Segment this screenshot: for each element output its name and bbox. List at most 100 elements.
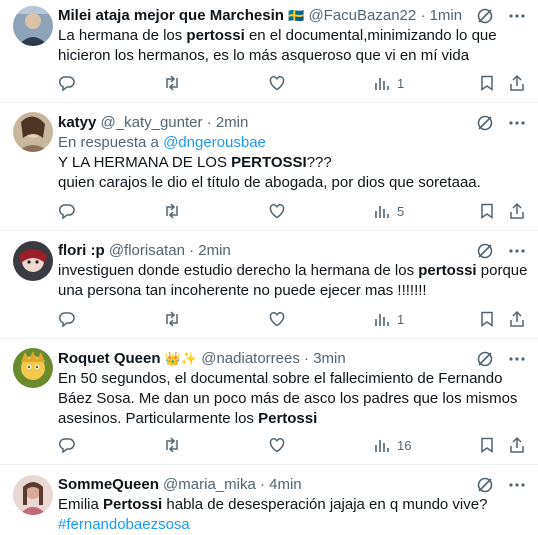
avatar[interactable]: [13, 6, 53, 46]
retweet-icon: [166, 75, 178, 91]
grok-icon[interactable]: [476, 476, 494, 494]
text-segment: investiguen donde estudio derecho la her…: [58, 262, 419, 279]
views-icon: [375, 78, 389, 90]
handle[interactable]: @nadiatorrees: [201, 350, 300, 367]
tweet-text: Y LA HERMANA DE LOS PERTOSSI??? quien car…: [58, 153, 528, 193]
avatar[interactable]: [13, 348, 53, 388]
like-button[interactable]: [268, 435, 286, 455]
tweet-top-actions: [476, 6, 526, 26]
more-icon[interactable]: [508, 7, 526, 25]
grok-icon[interactable]: [476, 7, 494, 25]
share-icon: [510, 202, 524, 219]
handle[interactable]: @maria_mika: [163, 476, 256, 493]
retweet-button[interactable]: [163, 309, 181, 329]
display-name[interactable]: katyy: [58, 114, 96, 131]
avatar[interactable]: [13, 112, 53, 152]
share-button[interactable]: [508, 201, 526, 221]
display-name[interactable]: Roquet Queen: [58, 350, 161, 367]
share-button[interactable]: [508, 73, 526, 93]
tweet-header: SommeQueen @maria_mika · 4min: [58, 475, 302, 495]
share-button[interactable]: [508, 435, 526, 455]
tweet[interactable]: SommeQueen @maria_mika · 4min Emilia Per…: [0, 465, 538, 533]
retweet-button[interactable]: [163, 201, 181, 221]
display-name[interactable]: Milei ataja mejor que Marchesin: [58, 7, 284, 24]
tweet-actions: 5: [50, 201, 530, 221]
highlighted-term: Pertossi: [258, 410, 318, 427]
tweet[interactable]: Milei ataja mejor que Marchesin 🇸🇪 @Facu…: [0, 0, 538, 103]
reply-to-handle[interactable]: @dngerousbae: [163, 134, 266, 151]
reply-button[interactable]: [58, 73, 76, 93]
views-count: 1: [397, 75, 405, 91]
text-segment: habla de desesperación jajaja en q mundo…: [162, 496, 488, 513]
tweet-actions: 1: [50, 73, 530, 93]
more-icon[interactable]: [508, 114, 526, 132]
share-icon: [510, 74, 524, 91]
heart-icon: [269, 311, 285, 327]
display-name[interactable]: flori :p: [58, 242, 105, 259]
tweet-header: Milei ataja mejor que Marchesin 🇸🇪 @Facu…: [58, 6, 462, 26]
like-button[interactable]: [268, 201, 286, 221]
bookmark-icon: [481, 75, 493, 91]
heart-icon: [269, 437, 285, 453]
tweet-header: flori :p @florisatan · 2min: [58, 241, 231, 261]
highlighted-term: Pertossi: [103, 496, 163, 513]
like-button[interactable]: [268, 73, 286, 93]
more-icon[interactable]: [508, 242, 526, 260]
views-button[interactable]: 16: [373, 435, 411, 455]
retweet-button[interactable]: [163, 73, 181, 93]
reply-icon: [58, 76, 75, 92]
tweet-text: En 50 segundos, el documental sobre el f…: [58, 369, 528, 429]
retweet-button[interactable]: [163, 435, 181, 455]
grok-icon[interactable]: [476, 114, 494, 132]
highlighted-term: PERTOSSI: [231, 154, 307, 171]
highlighted-term: pertossi: [418, 262, 477, 279]
bookmark-button[interactable]: [478, 435, 496, 455]
reply-icon: [58, 438, 75, 454]
tweet-header: Roquet Queen 👑✨ @nadiatorrees · 3min: [58, 349, 346, 369]
share-button[interactable]: [508, 309, 526, 329]
text-segment: ???: [306, 154, 332, 171]
views-button[interactable]: 1: [373, 73, 404, 93]
tweet[interactable]: flori :p @florisatan · 2min investiguen …: [0, 231, 538, 339]
avatar[interactable]: [13, 241, 53, 281]
reply-button[interactable]: [58, 201, 76, 221]
bookmark-icon: [481, 203, 493, 219]
timestamp[interactable]: 1min: [430, 7, 463, 24]
timestamp[interactable]: 4min: [269, 476, 302, 493]
tweet-text: investiguen donde estudio derecho la her…: [58, 261, 528, 301]
timestamp[interactable]: 3min: [313, 350, 346, 367]
handle[interactable]: @_katy_gunter: [101, 114, 203, 131]
separator: ·: [259, 476, 265, 493]
display-name[interactable]: SommeQueen: [58, 476, 159, 493]
grok-icon[interactable]: [476, 350, 494, 368]
bookmark-button[interactable]: [478, 309, 496, 329]
views-button[interactable]: 1: [373, 309, 404, 329]
more-icon[interactable]: [508, 350, 526, 368]
highlighted-term: pertossi: [186, 27, 245, 44]
reply-button[interactable]: [58, 435, 76, 455]
views-icon: [375, 314, 389, 326]
views-button[interactable]: 5: [373, 201, 404, 221]
retweet-icon: [166, 311, 178, 327]
timestamp[interactable]: 2min: [198, 242, 231, 259]
like-button[interactable]: [268, 309, 286, 329]
tweet[interactable]: katyy @_katy_gunter · 2min En respuesta …: [0, 103, 538, 231]
crown-sparkle-emoji: 👑✨: [164, 351, 198, 366]
handle[interactable]: @FacuBazan22: [308, 7, 416, 24]
avatar[interactable]: [13, 475, 53, 515]
tweet-actions: 1: [50, 309, 530, 329]
text-segment: Emilia: [58, 496, 104, 513]
views-icon: [375, 440, 389, 452]
views-count: 1: [397, 311, 405, 327]
bookmark-button[interactable]: [478, 73, 496, 93]
timestamp[interactable]: 2min: [216, 114, 249, 131]
bookmark-button[interactable]: [478, 201, 496, 221]
reply-context: En respuesta a @dngerousbae: [58, 133, 266, 153]
bookmark-icon: [481, 437, 493, 453]
hashtag-link[interactable]: #fernandobaezsosa: [58, 515, 528, 535]
reply-button[interactable]: [58, 309, 76, 329]
grok-icon[interactable]: [476, 242, 494, 260]
tweet[interactable]: Roquet Queen 👑✨ @nadiatorrees · 3min En …: [0, 339, 538, 465]
handle[interactable]: @florisatan: [109, 242, 185, 259]
more-icon[interactable]: [508, 476, 526, 494]
